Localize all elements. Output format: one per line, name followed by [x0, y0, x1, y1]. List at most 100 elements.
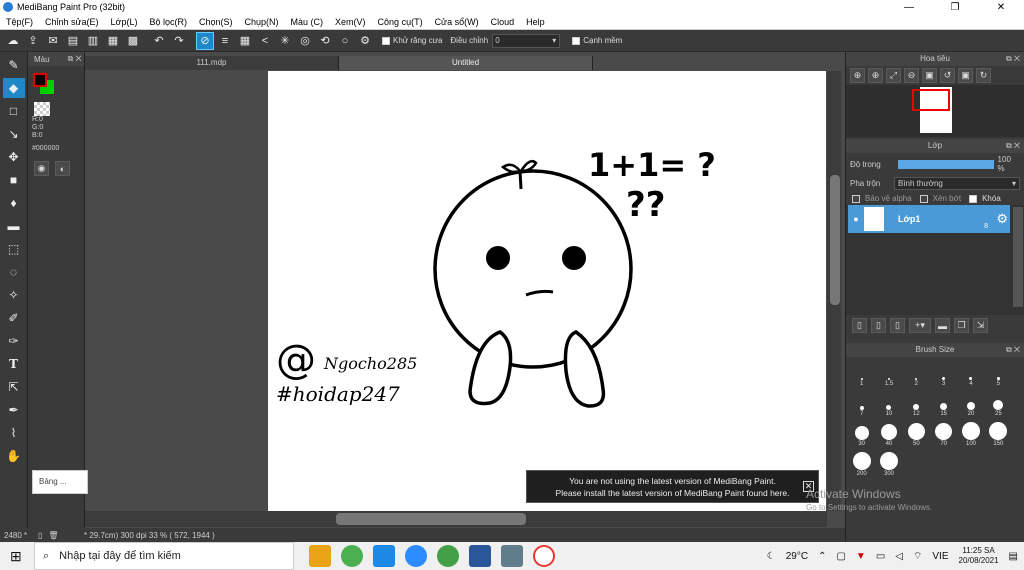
menu-view[interactable]: Xem(V) — [329, 17, 372, 27]
weather-icon[interactable]: ☾ — [767, 551, 776, 562]
brush-size-cell[interactable]: 25 — [985, 391, 1012, 417]
brush-size-cell[interactable]: 15 — [930, 391, 957, 417]
brush-size-cell[interactable]: 70 — [930, 421, 957, 447]
parallel-snap-icon[interactable]: ≡ — [216, 32, 234, 50]
pin-icon[interactable]: ⧉ ✕ — [1006, 52, 1020, 66]
pen-tool-icon[interactable]: ✒ — [3, 400, 25, 420]
menu-tools[interactable]: Công cụ(T) — [372, 17, 429, 27]
restore-button[interactable]: ❐ — [932, 2, 978, 13]
navigator-viewport[interactable] — [912, 89, 950, 111]
brush-size-cell[interactable]: 300 — [875, 451, 902, 477]
zoom-icon[interactable] — [405, 545, 427, 567]
pin-icon[interactable]: ⧉ ✕ — [1006, 139, 1020, 153]
clipping-checkbox[interactable] — [919, 194, 928, 203]
trash-icon[interactable]: 🗑 — [48, 531, 58, 540]
chrome-icon[interactable] — [341, 545, 363, 567]
layer-item[interactable]: ● Lớp1 8 ⚙ — [848, 205, 1010, 233]
select-eraser-icon[interactable]: ✑ — [3, 331, 25, 351]
select-pen-icon[interactable]: ✐ — [3, 308, 25, 328]
brush-size-cell[interactable]: 100 — [957, 421, 984, 447]
redo-icon[interactable]: ↷ — [170, 32, 188, 50]
eyedropper-icon[interactable]: ⌇ — [3, 423, 25, 443]
eraser-tool-icon[interactable]: ◆ — [2, 78, 25, 98]
duplicate-layer-icon[interactable]: ▯ — [890, 318, 905, 333]
brush-size-cell[interactable]: 30 — [848, 421, 875, 447]
fit-window-icon[interactable]: ▣ — [958, 68, 973, 83]
navigator-preview[interactable] — [846, 85, 1024, 137]
comment-icon[interactable]: ✉ — [44, 32, 62, 50]
antivirus-icon[interactable]: ▼ — [856, 551, 866, 562]
windows-start-icon[interactable]: ⊞ — [10, 548, 22, 565]
layer-scrollbar[interactable] — [1013, 207, 1023, 307]
merge-layer-icon[interactable]: ⇲ — [973, 318, 988, 333]
medibang-icon[interactable] — [533, 545, 555, 567]
word-icon[interactable] — [469, 545, 491, 567]
blend-select[interactable]: Bình thường ▾ — [894, 177, 1020, 190]
file-explorer-icon[interactable] — [309, 545, 331, 567]
clock[interactable]: 11:25 SA 20/08/2021 — [959, 546, 999, 566]
new-page-icon[interactable]: ▯ — [38, 531, 42, 540]
lasso-tool-icon[interactable]: ◌ — [3, 262, 25, 282]
palette-icon[interactable]: ◉ — [34, 161, 49, 176]
vanishing-point-icon[interactable]: < — [256, 32, 274, 50]
curve-snap-icon[interactable]: ⟲ — [316, 32, 334, 50]
ellipse-snap-icon[interactable]: ○ — [336, 32, 354, 50]
brush-size-cell[interactable]: 10 — [875, 391, 902, 417]
notifications-icon[interactable]: ▤ — [1009, 551, 1018, 562]
brush-size-cell[interactable]: 40 — [875, 421, 902, 447]
snap-settings-icon[interactable]: ⚙ — [356, 32, 374, 50]
snap-off-icon[interactable]: ⊘ — [196, 31, 214, 50]
taskbar-search[interactable]: ⌕ Nhập tại đây để tìm kiếm — [34, 542, 294, 570]
transparent-swatch[interactable] — [34, 102, 50, 116]
page-list-icon[interactable]: ▥ — [84, 32, 102, 50]
new-layer-alt-icon[interactable]: ▯ — [871, 318, 886, 333]
brush-size-cell[interactable]: 200 — [848, 451, 875, 477]
copy-layer-icon[interactable]: ❐ — [954, 318, 969, 333]
menu-layer[interactable]: Lớp(L) — [105, 17, 144, 27]
grid-layout-icon[interactable]: ▦ — [104, 32, 122, 50]
layer-settings-icon[interactable]: ⚙ — [996, 211, 1008, 227]
battery-icon[interactable]: ▭ — [876, 551, 885, 562]
brush-size-cell[interactable]: 4 — [957, 361, 984, 387]
network-icon[interactable]: ⌔ — [913, 550, 922, 563]
floating-panel-tab[interactable]: Bảng ... — [32, 470, 88, 494]
move-tool-icon[interactable]: ✥ — [3, 147, 25, 167]
tab-111-mdp[interactable]: 111.mdp — [85, 56, 339, 70]
menu-file[interactable]: Tệp(F) — [0, 17, 39, 27]
dot-tool-icon[interactable]: ↘ — [3, 124, 25, 144]
new-layer-icon[interactable]: ▯ — [852, 318, 867, 333]
folder-icon[interactable]: ▬ — [935, 318, 950, 333]
primary-color-swatch[interactable] — [33, 73, 47, 87]
brush-size-cell[interactable]: 12 — [903, 391, 930, 417]
calculator-icon[interactable] — [501, 545, 523, 567]
gradient-tool-icon[interactable]: ▬ — [3, 216, 25, 236]
fit-icon[interactable]: ⤢ — [886, 68, 901, 83]
brush-size-cell[interactable]: 20 — [957, 391, 984, 417]
magic-wand-icon[interactable]: ✧ — [3, 285, 25, 305]
brush-size-cell[interactable]: 3 — [930, 361, 957, 387]
hand-tool-icon[interactable]: ✋ — [3, 446, 25, 466]
menu-filter[interactable]: Bộ lọc(R) — [143, 17, 193, 27]
brush-size-cell[interactable]: 1 — [848, 361, 875, 387]
share-icon[interactable]: ⇪ — [24, 32, 42, 50]
brush-size-cell[interactable]: 50 — [903, 421, 930, 447]
close-button[interactable]: ✕ — [978, 2, 1024, 13]
device-icon[interactable]: ▢ — [836, 551, 845, 562]
chevron-up-icon[interactable]: ⌃ — [818, 551, 826, 562]
soft-edge-checkbox[interactable] — [572, 36, 581, 45]
horizontal-scroll-thumb[interactable] — [336, 513, 526, 525]
shape-tool-icon[interactable]: □ — [3, 101, 25, 121]
menu-window[interactable]: Cửa sổ(W) — [429, 17, 485, 27]
volume-icon[interactable]: ◁ — [895, 551, 903, 562]
bucket-tool-icon[interactable]: ♦ — [3, 193, 25, 213]
rotate-left-icon[interactable]: ↺ — [940, 68, 955, 83]
circle-snap-icon[interactable]: ◎ — [296, 32, 314, 50]
grid-snap-icon[interactable]: ▦ — [236, 32, 254, 50]
menu-capture[interactable]: Chụp(N) — [239, 17, 285, 27]
antialias-checkbox[interactable] — [382, 36, 390, 45]
protect-alpha-checkbox[interactable] — [852, 194, 860, 203]
split-icon[interactable]: ▩ — [124, 32, 142, 50]
add-layer-menu-icon[interactable]: +▾ — [909, 318, 931, 333]
document-icon[interactable]: ▤ — [64, 32, 82, 50]
rotate-right-icon[interactable]: ↻ — [976, 68, 991, 83]
